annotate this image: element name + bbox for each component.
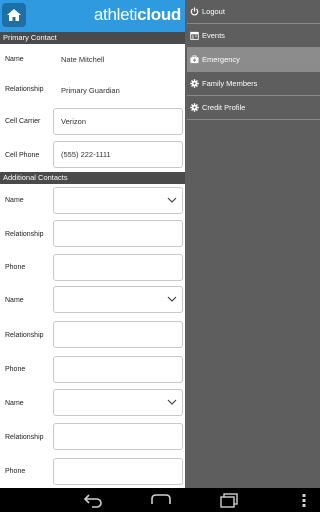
cell-phone-row: Cell Phone (555) 222-1111 — [0, 138, 185, 172]
menu-item-events[interactable]: Events — [187, 24, 320, 48]
additional-phone-row: Phone — [0, 353, 185, 386]
menu-item-label: Emergency — [202, 55, 240, 64]
primary-contact-header: Primary Contact — [0, 32, 185, 44]
cell-carrier-row: Cell Carrier Verizon — [0, 105, 185, 138]
additional-name-row: Name — [0, 283, 185, 318]
app-screen: athleticloud Primary Contact Name Nate M… — [0, 0, 320, 512]
menu-item-label: Events — [202, 31, 225, 40]
back-icon[interactable] — [82, 492, 104, 508]
cell-phone-field[interactable]: (555) 222-1111 — [53, 141, 183, 168]
gear-icon — [190, 103, 199, 112]
cell-carrier-field[interactable]: Verizon — [53, 108, 183, 135]
additional-phone-field[interactable] — [53, 254, 183, 281]
additional-name-row: Name — [0, 386, 185, 420]
additional-phone-field[interactable] — [53, 458, 183, 485]
power-icon — [190, 7, 199, 16]
home-icon[interactable] — [150, 492, 172, 508]
field-label: Name — [5, 55, 24, 63]
additional-relationship-row: Relationship — [0, 217, 185, 251]
menu-item-logout[interactable]: Logout — [187, 0, 320, 24]
field-label: Name — [5, 297, 24, 304]
menu-item-emergency[interactable]: Emergency — [187, 48, 320, 72]
field-label: Relationship — [5, 230, 44, 238]
field-label: Phone — [5, 366, 26, 373]
recent-apps-icon[interactable] — [218, 492, 240, 508]
menu-item-label: Family Members — [202, 79, 258, 88]
field-label: Phone — [5, 468, 26, 475]
field-label: Name — [5, 197, 24, 204]
chevron-down-icon — [167, 399, 177, 405]
additional-relationship-field[interactable] — [53, 321, 183, 348]
medkit-icon — [190, 55, 199, 64]
additional-name-select[interactable] — [53, 187, 183, 214]
additional-name-select[interactable] — [53, 389, 183, 416]
primary-relationship-field[interactable]: Primary Guardian — [53, 77, 183, 104]
menu-item-label: Credit Profile — [202, 103, 246, 112]
field-label: Cell Carrier — [5, 118, 41, 125]
additional-name-select[interactable] — [53, 286, 183, 313]
chevron-down-icon — [167, 197, 177, 203]
calendar-icon — [190, 31, 199, 40]
primary-relationship-row: Relationship Primary Guardian — [0, 74, 185, 105]
gear-icon — [190, 79, 199, 88]
field-label: Cell Phone — [5, 151, 40, 159]
nav-drawer: Logout Events Emergency Family Members C… — [186, 0, 320, 488]
home-icon — [7, 9, 21, 21]
home-button[interactable] — [2, 3, 26, 27]
brand-logo: athleticloud — [93, 5, 181, 24]
additional-relationship-field[interactable] — [53, 220, 183, 247]
main-panel: athleticloud Primary Contact Name Nate M… — [0, 0, 185, 488]
primary-name-field[interactable]: Nate Mitchell — [53, 46, 183, 72]
menu-item-label: Logout — [202, 7, 225, 16]
additional-name-row: Name — [0, 184, 185, 217]
menu-item-family-members[interactable]: Family Members — [187, 72, 320, 96]
additional-relationship-row: Relationship — [0, 420, 185, 455]
additional-phone-row: Phone — [0, 251, 185, 283]
primary-name-row: Name Nate Mitchell — [0, 44, 185, 74]
field-label: Name — [5, 399, 24, 407]
menu-icon[interactable] — [300, 492, 308, 508]
additional-relationship-field[interactable] — [53, 423, 183, 450]
additional-phone-field[interactable] — [53, 356, 183, 383]
field-label: Relationship — [5, 332, 44, 339]
field-label: Relationship — [5, 434, 44, 441]
top-bar: athleticloud — [0, 0, 185, 32]
additional-relationship-row: Relationship — [0, 318, 185, 353]
additional-contacts-header: Additional Contacts — [0, 172, 185, 184]
additional-phone-row: Phone — [0, 455, 185, 488]
field-label: Phone — [5, 263, 26, 271]
system-nav-bar — [0, 488, 320, 512]
menu-item-credit-profile[interactable]: Credit Profile — [187, 96, 320, 120]
field-label: Relationship — [5, 86, 44, 93]
chevron-down-icon — [167, 296, 177, 302]
